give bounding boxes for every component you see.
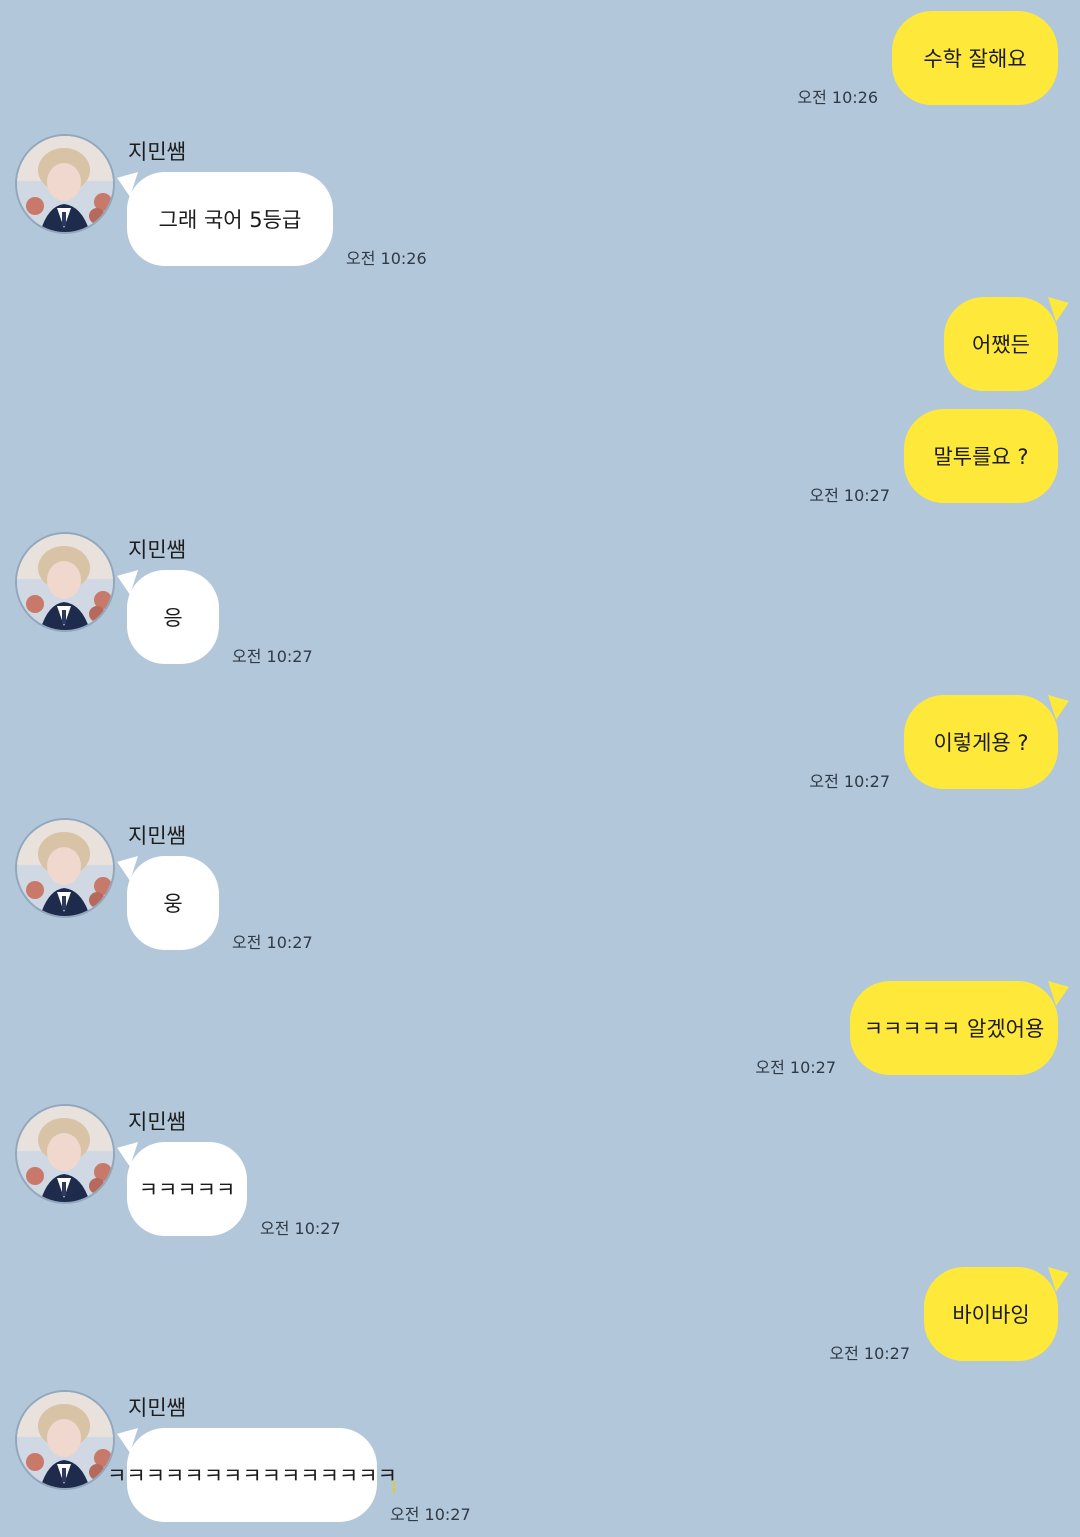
outgoing-message-bubble[interactable]: 바이바잉 bbox=[924, 1267, 1058, 1361]
message-text: 이렇게용 ? bbox=[933, 731, 1029, 755]
message-text: 바이바잉 bbox=[952, 1303, 1030, 1327]
outgoing-message-bubble[interactable]: 말투를요 ? bbox=[904, 409, 1058, 503]
message-timestamp: 오전 10:27 bbox=[390, 1505, 471, 1524]
message-text: 웅 bbox=[163, 892, 183, 916]
message-text: 수학 잘해요 bbox=[923, 47, 1027, 71]
sender-name: 지민쌤 bbox=[128, 140, 186, 164]
incoming-message-bubble[interactable]: 응 bbox=[127, 570, 219, 664]
message-timestamp: 오전 10:27 bbox=[809, 772, 890, 791]
message-text: 그래 국어 5등급 bbox=[158, 208, 302, 232]
avatar-portrait-icon bbox=[17, 1106, 113, 1202]
incoming-message-bubble[interactable]: ㅋㅋㅋㅋㅋㅋㅋㅋㅋㅋㅋㅋㅋㅋㅋ bbox=[107, 1428, 397, 1522]
outgoing-message-bubble[interactable]: 수학 잘해요 bbox=[892, 11, 1058, 105]
message-text: ㅋㅋㅋㅋㅋ 알겠어용 bbox=[863, 1017, 1045, 1041]
contact-avatar[interactable] bbox=[15, 1104, 115, 1204]
incoming-message-bubble[interactable]: 그래 국어 5등급 bbox=[127, 172, 333, 266]
message-timestamp: 오전 10:27 bbox=[809, 486, 890, 505]
chat-room[interactable]: 수학 잘해요 오전 10:26 지민쌤 그래 국어 5등급 오전 10:26 어… bbox=[0, 0, 1080, 1537]
contact-avatar[interactable] bbox=[15, 134, 115, 234]
contact-avatar[interactable] bbox=[15, 1390, 115, 1490]
outgoing-message-bubble[interactable]: 어쨌든 bbox=[944, 297, 1058, 391]
incoming-message-bubble[interactable]: 웅 bbox=[127, 856, 219, 950]
message-text: 응 bbox=[163, 606, 183, 630]
message-timestamp: 오전 10:27 bbox=[260, 1219, 341, 1238]
message-timestamp: 오전 10:27 bbox=[829, 1344, 910, 1363]
sender-name: 지민쌤 bbox=[128, 824, 186, 848]
sender-name: 지민쌤 bbox=[128, 538, 186, 562]
sender-name: 지민쌤 bbox=[128, 1396, 186, 1420]
message-timestamp: 오전 10:27 bbox=[755, 1058, 836, 1077]
avatar-portrait-icon bbox=[17, 136, 113, 232]
message-text: ㅋㅋㅋㅋㅋㅋㅋㅋㅋㅋㅋㅋㅋㅋㅋ bbox=[107, 1464, 397, 1488]
message-timestamp: 오전 10:27 bbox=[232, 647, 313, 666]
message-text: ㅋㅋㅋㅋㅋ bbox=[138, 1178, 236, 1202]
message-timestamp: 오전 10:27 bbox=[232, 933, 313, 952]
avatar-portrait-icon bbox=[17, 1392, 113, 1488]
message-timestamp: 오전 10:26 bbox=[797, 88, 878, 107]
contact-avatar[interactable] bbox=[15, 818, 115, 918]
incoming-message-bubble[interactable]: ㅋㅋㅋㅋㅋ bbox=[127, 1142, 247, 1236]
message-text: 말투를요 ? bbox=[933, 445, 1029, 469]
message-text: 어쨌든 bbox=[972, 333, 1030, 357]
avatar-portrait-icon bbox=[17, 534, 113, 630]
contact-avatar[interactable] bbox=[15, 532, 115, 632]
sender-name: 지민쌤 bbox=[128, 1110, 186, 1134]
unread-indicator bbox=[393, 1481, 395, 1493]
message-timestamp: 오전 10:26 bbox=[346, 249, 427, 268]
outgoing-message-bubble[interactable]: 이렇게용 ? bbox=[904, 695, 1058, 789]
outgoing-message-bubble[interactable]: ㅋㅋㅋㅋㅋ 알겠어용 bbox=[850, 981, 1058, 1075]
avatar-portrait-icon bbox=[17, 820, 113, 916]
